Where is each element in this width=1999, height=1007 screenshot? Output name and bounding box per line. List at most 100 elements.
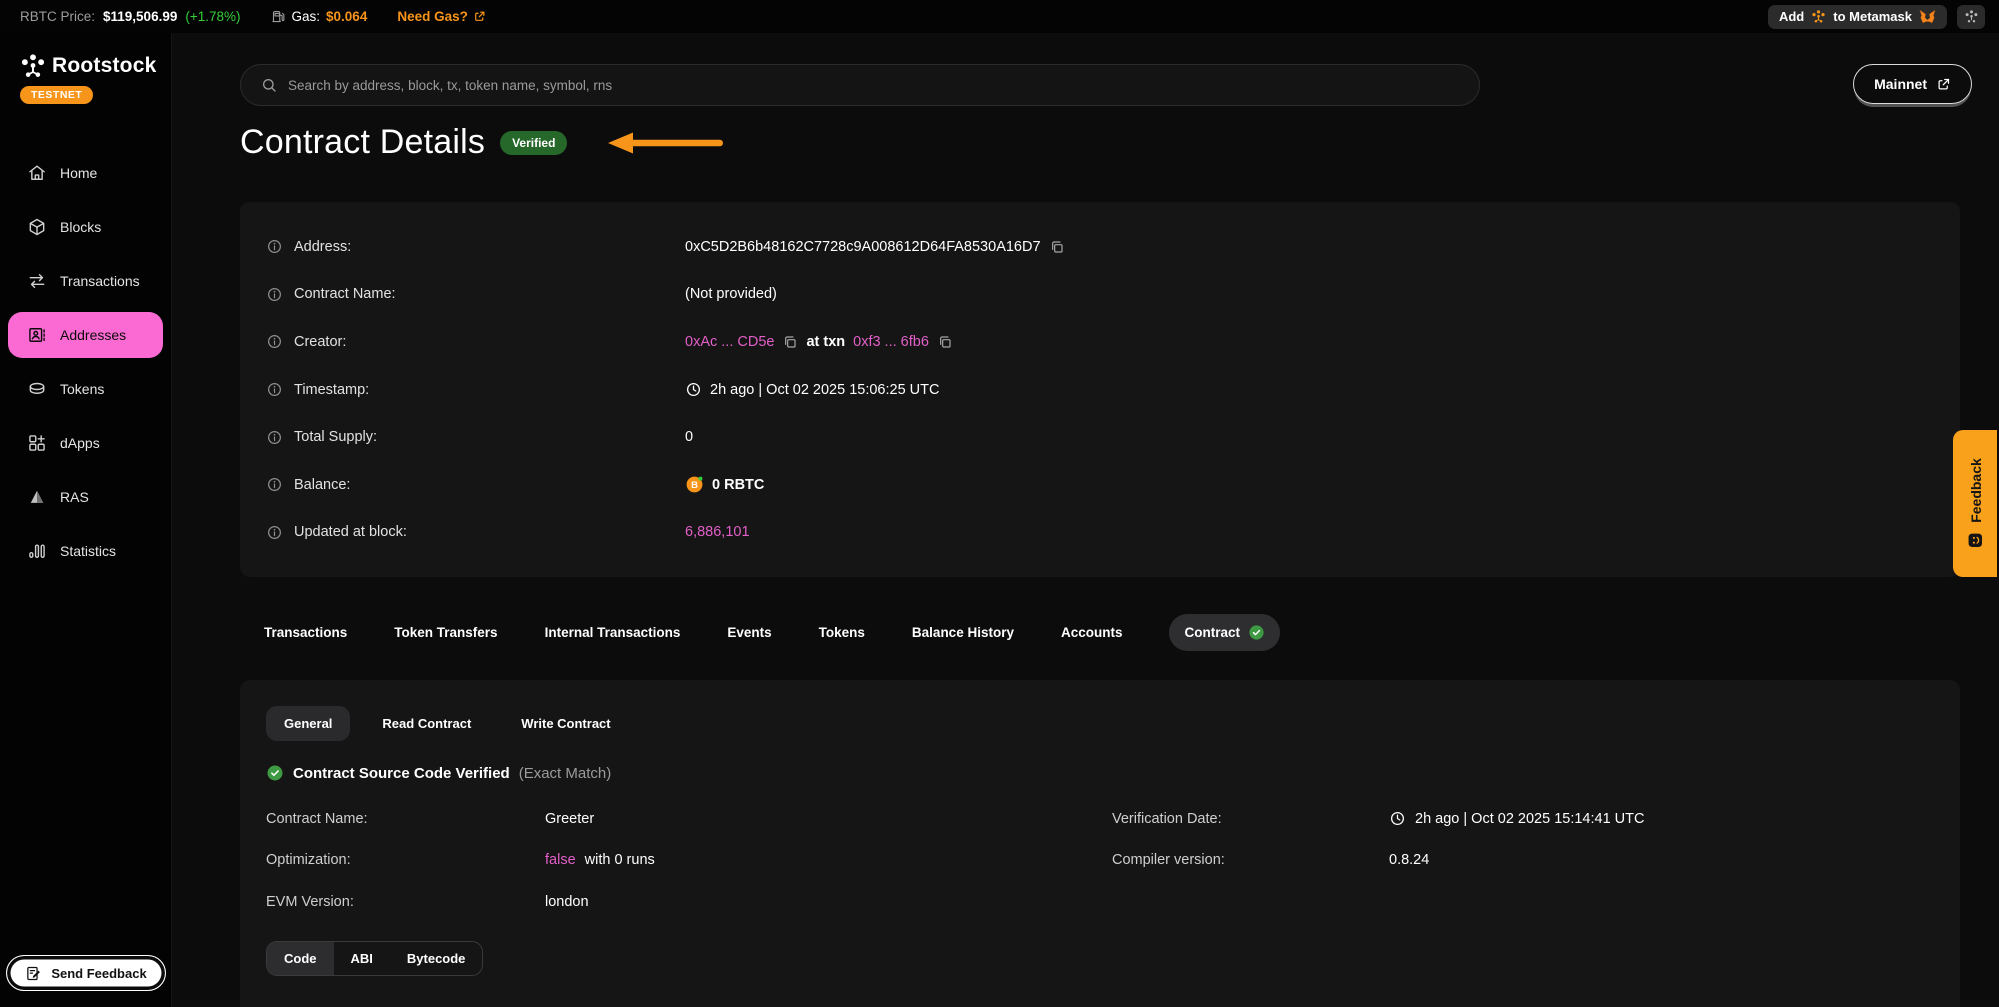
feedback-tab-label: Feedback	[1967, 458, 1983, 523]
field-evm-version: EVM Version: london	[266, 881, 1112, 923]
creator-label: Creator:	[294, 334, 346, 350]
tab-events[interactable]: Events	[727, 625, 771, 640]
detail-row-address: Address: 0xC5D2B6b48162C7728c9A008612D64…	[240, 223, 1960, 271]
testnet-badge: TESTNET	[20, 86, 93, 104]
subtab-general[interactable]: General	[266, 706, 350, 741]
subtab-read-contract[interactable]: Read Contract	[364, 706, 489, 741]
sidebar-item-blocks[interactable]: Blocks	[0, 200, 171, 254]
optimization-flag: false	[545, 852, 576, 868]
contact-card-icon	[27, 325, 47, 345]
field-verification-date: Verification Date: 2h ago | Oct 02 2025 …	[1112, 798, 1934, 840]
send-feedback-button[interactable]: Send Feedback	[6, 955, 166, 991]
contract-subtabs: General Read Contract Write Contract	[266, 706, 1934, 741]
source-verified-title: Contract Source Code Verified	[293, 765, 510, 782]
cube-icon	[27, 217, 47, 237]
tab-balance-history[interactable]: Balance History	[912, 625, 1014, 640]
detail-row-timestamp: Timestamp: 2h ago | Oct 02 2025 15:06:25…	[240, 366, 1960, 414]
bar-chart-icon	[27, 541, 47, 561]
rootstock-settings-button[interactable]	[1957, 5, 1985, 29]
check-circle-icon	[1248, 624, 1265, 641]
sidebar-item-label: Blocks	[60, 219, 101, 235]
address-tabs: Transactions Token Transfers Internal Tr…	[240, 614, 1972, 651]
field-compiler-version: Compiler version: 0.8.24	[1112, 840, 1934, 882]
sidebar-item-label: RAS	[60, 489, 89, 505]
search-bar[interactable]	[240, 64, 1480, 106]
info-icon	[266, 429, 283, 446]
annotation-arrow-icon	[607, 130, 725, 156]
info-icon	[266, 524, 283, 541]
clock-icon	[685, 381, 702, 398]
smiley-icon	[1967, 532, 1984, 549]
address-label: Address:	[294, 239, 351, 255]
rbtc-token-icon: B	[685, 475, 704, 494]
need-gas-link[interactable]: Need Gas?	[397, 9, 486, 24]
external-link-icon	[473, 10, 486, 23]
field-label: Optimization:	[266, 852, 545, 868]
add-to-metamask-button[interactable]: Add to Metamask	[1768, 5, 1947, 29]
address-value: 0xC5D2B6b48162C7728c9A008612D64FA8530A16…	[685, 239, 1041, 255]
sidebar-item-ras[interactable]: RAS	[0, 470, 171, 524]
tab-accounts[interactable]: Accounts	[1061, 625, 1123, 640]
optimization-runs: with 0 runs	[585, 852, 655, 868]
gas-label: Gas:	[292, 9, 321, 24]
timestamp-value: 2h ago | Oct 02 2025 15:06:25 UTC	[710, 382, 939, 398]
sidebar-item-statistics[interactable]: Statistics	[0, 524, 171, 578]
creator-address-link[interactable]: 0xAc ... CD5e	[685, 334, 774, 350]
tab-internal-transactions[interactable]: Internal Transactions	[545, 625, 681, 640]
sidebar-item-label: Home	[60, 165, 97, 181]
sidebar-item-label: dApps	[60, 435, 100, 451]
external-link-icon	[1936, 77, 1951, 92]
field-label: Contract Name:	[266, 811, 545, 827]
add-label: Add	[1779, 9, 1804, 24]
grid-plus-icon	[27, 433, 47, 453]
field-contract-name: Contract Name: Greeter	[266, 798, 1112, 840]
code-tab-abi[interactable]: ABI	[334, 942, 390, 975]
send-feedback-label: Send Feedback	[51, 966, 146, 981]
copy-icon[interactable]	[782, 334, 798, 350]
sidebar-item-home[interactable]: Home	[0, 146, 171, 200]
sidebar-item-tokens[interactable]: Tokens	[0, 362, 171, 416]
detail-row-balance: Balance: B 0 RBTC	[240, 461, 1960, 509]
sidebar-item-addresses[interactable]: Addresses	[8, 312, 163, 358]
tab-transactions[interactable]: Transactions	[264, 625, 347, 640]
at-txn-label: at txn	[806, 334, 845, 350]
home-icon	[27, 163, 47, 183]
code-tab-code[interactable]: Code	[267, 942, 334, 975]
updated-block-link[interactable]: 6,886,101	[685, 524, 750, 540]
metamask-fox-icon	[1919, 9, 1936, 25]
mainnet-button[interactable]: Mainnet	[1853, 64, 1972, 104]
info-icon	[266, 381, 283, 398]
search-input[interactable]	[288, 78, 1459, 93]
sidebar-item-dapps[interactable]: dApps	[0, 416, 171, 470]
code-view-switcher: Code ABI Bytecode	[266, 941, 483, 976]
copy-icon[interactable]	[1049, 239, 1065, 255]
check-circle-icon	[266, 764, 284, 782]
detail-row-total-supply: Total Supply: 0	[240, 413, 1960, 461]
detail-row-creator: Creator: 0xAc ... CD5e at txn 0xf3 ... 6…	[240, 318, 1960, 366]
info-icon	[266, 286, 283, 303]
sidebar-item-label: Addresses	[60, 327, 126, 343]
balance-label: Balance:	[294, 477, 350, 493]
code-tab-bytecode[interactable]: Bytecode	[390, 942, 483, 975]
to-metamask-label: to Metamask	[1833, 9, 1912, 24]
total-supply-label: Total Supply:	[294, 429, 377, 445]
rootstock-logo[interactable]: Rootstock	[0, 53, 171, 79]
copy-icon[interactable]	[937, 334, 953, 350]
tab-token-transfers[interactable]: Token Transfers	[394, 625, 497, 640]
subtab-write-contract[interactable]: Write Contract	[503, 706, 628, 741]
sidebar-item-transactions[interactable]: Transactions	[0, 254, 171, 308]
search-icon	[261, 77, 277, 93]
source-verified-match: (Exact Match)	[519, 765, 612, 782]
page-title: Contract Details	[240, 123, 485, 162]
tab-contract[interactable]: Contract	[1169, 614, 1280, 651]
svg-text:B: B	[691, 480, 698, 491]
tab-tokens[interactable]: Tokens	[819, 625, 865, 640]
creation-txn-link[interactable]: 0xf3 ... 6fb6	[853, 334, 929, 350]
gas-pump-icon	[271, 9, 286, 24]
field-value: Greeter	[545, 811, 1112, 827]
rbtc-price-label: RBTC Price:	[20, 9, 95, 24]
feedback-side-tab[interactable]: Feedback	[1953, 430, 1997, 577]
info-icon	[266, 476, 283, 493]
mainnet-label: Mainnet	[1874, 76, 1927, 92]
rbtc-price-change: (+1.78%)	[185, 9, 240, 24]
